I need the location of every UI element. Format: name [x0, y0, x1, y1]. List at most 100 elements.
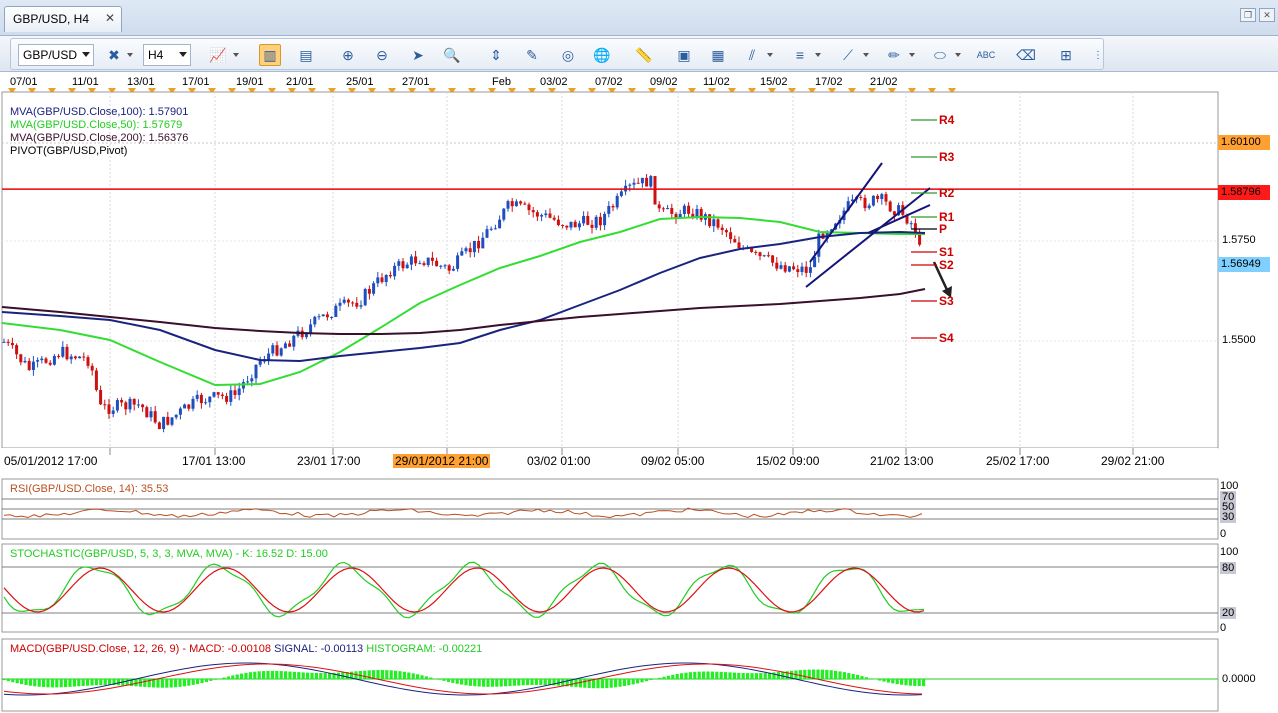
histogram-bar — [319, 673, 323, 679]
histogram-bar — [684, 672, 688, 679]
histogram-bar — [116, 679, 120, 686]
histogram-bar — [869, 678, 873, 679]
histogram-bar — [169, 679, 173, 688]
histogram-bar — [451, 679, 455, 683]
histogram-bar — [816, 669, 820, 679]
candle-body — [481, 237, 485, 249]
candle-body — [233, 390, 237, 395]
histogram-bar — [213, 679, 217, 680]
candle-body — [317, 316, 321, 318]
candle-body — [384, 274, 388, 283]
histogram-bar — [640, 679, 644, 683]
histogram-bar — [512, 679, 516, 686]
candle-body — [57, 356, 61, 358]
candle-body — [628, 184, 632, 186]
candle-body — [283, 343, 287, 349]
candle-body — [716, 219, 720, 228]
candle-body — [909, 223, 913, 225]
histogram-bar — [165, 679, 169, 688]
candle-body — [472, 240, 476, 253]
histogram-bar — [394, 670, 398, 679]
price-tag: 1.56949 — [1218, 257, 1270, 272]
histogram-bar — [737, 672, 741, 679]
candle-body — [653, 176, 657, 205]
candle-body — [754, 251, 758, 253]
time-label: 09/02 05:00 — [641, 454, 705, 468]
candle-body — [632, 182, 636, 185]
candle-body — [292, 335, 296, 347]
candle-body — [657, 204, 661, 209]
candle-body — [170, 417, 174, 425]
histogram-bar — [297, 672, 301, 679]
candle-body — [162, 416, 166, 430]
histogram-bar — [486, 679, 490, 687]
histogram-bar — [825, 669, 829, 679]
chart-canvas[interactable] — [0, 0, 1278, 713]
histogram-bar — [697, 671, 701, 679]
candle-body — [65, 346, 69, 360]
candle-body — [149, 411, 153, 418]
candle-body — [220, 394, 224, 396]
histogram-bar — [702, 671, 706, 679]
histogram-bar — [429, 677, 433, 679]
candle-body — [594, 216, 598, 228]
candle-body — [506, 201, 510, 209]
candle-body — [141, 404, 145, 408]
histogram-bar — [200, 679, 204, 684]
candle-body — [414, 256, 418, 264]
histogram-bar — [94, 679, 98, 686]
candle-body — [729, 232, 733, 240]
histogram-bar — [715, 671, 719, 679]
candle-body — [86, 357, 90, 366]
time-label: 03/02 01:00 — [527, 454, 591, 468]
histogram-bar — [257, 671, 261, 679]
histogram-bar — [306, 672, 310, 679]
candle-body — [166, 416, 170, 425]
histogram-bar — [495, 679, 499, 687]
histogram-bar — [46, 679, 50, 688]
pivot-label-p: P — [939, 222, 948, 236]
histogram-bar — [64, 679, 68, 688]
histogram-bar — [468, 679, 472, 686]
candle-body — [888, 201, 892, 212]
candle-body — [531, 210, 535, 213]
candle-body — [6, 341, 10, 343]
histogram-bar — [662, 676, 666, 679]
candle-body — [590, 224, 594, 228]
stoch-axis-label: 20 — [1220, 607, 1237, 619]
histogram-bar — [464, 679, 468, 686]
histogram-bar — [301, 672, 305, 679]
candle-body — [321, 314, 325, 317]
histogram-bar — [649, 679, 653, 681]
candle-body — [758, 252, 762, 257]
histogram-bar — [688, 672, 692, 679]
histogram-bar — [68, 679, 72, 687]
candle-body — [103, 404, 107, 406]
histogram-bar — [741, 672, 745, 679]
histogram-bar — [763, 672, 767, 679]
candle-body — [510, 201, 514, 207]
candle-body — [569, 221, 573, 228]
histogram-bar — [860, 676, 864, 679]
candle-body — [401, 261, 405, 269]
histogram-bar — [420, 675, 424, 679]
candle-body — [69, 356, 73, 360]
candle-body — [187, 404, 191, 409]
legend-item: MVA(GBP/USD.Close,100): 1.57901 — [10, 106, 189, 118]
histogram-bar — [33, 679, 37, 687]
legend-item: PIVOT(GBP/USD,Pivot) — [10, 145, 128, 157]
histogram-bar — [438, 679, 442, 680]
histogram-bar — [81, 679, 85, 686]
candle-body — [124, 402, 128, 410]
rsi-axis-label: 30 — [1220, 511, 1237, 523]
histogram-bar — [99, 679, 103, 686]
candle-body — [397, 261, 401, 266]
candle-body — [477, 240, 481, 249]
candle-body — [771, 255, 775, 263]
candle-body — [565, 225, 569, 228]
candle-body — [573, 221, 577, 228]
histogram-bar — [11, 679, 15, 683]
candle-body — [762, 255, 766, 257]
histogram-bar — [178, 679, 182, 687]
histogram-bar — [50, 679, 54, 688]
